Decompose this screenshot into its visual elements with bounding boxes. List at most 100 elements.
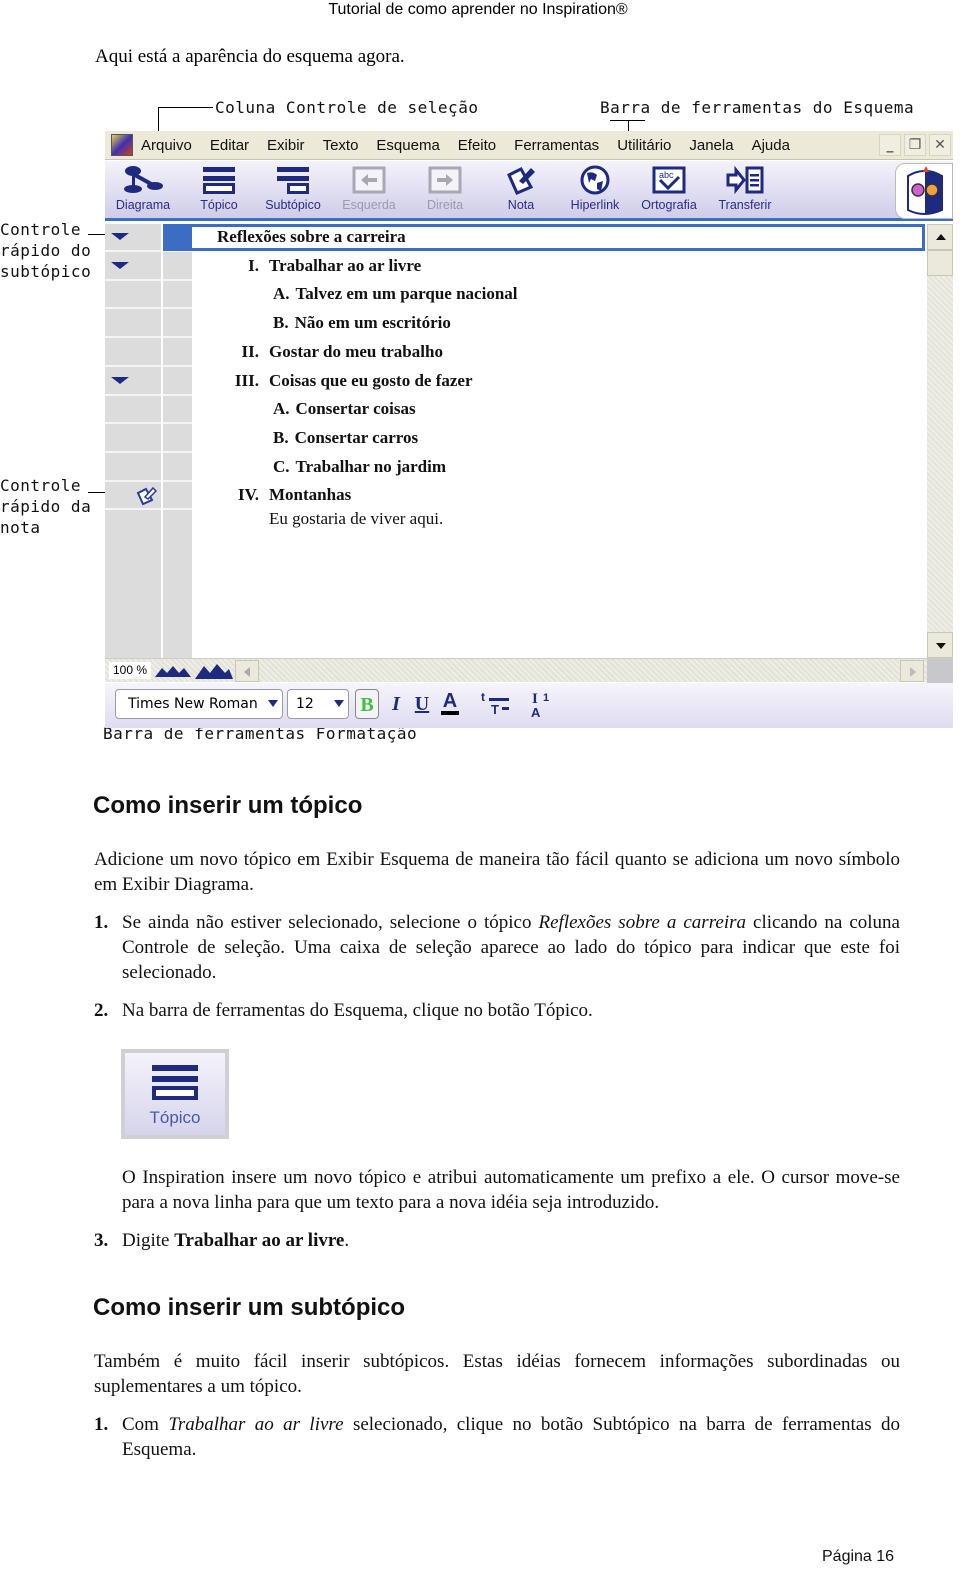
selection-control-cell[interactable]: [163, 340, 192, 367]
close-button[interactable]: ✕: [929, 134, 951, 156]
font-size-select[interactable]: 12: [287, 689, 349, 719]
selection-control-cell[interactable]: [163, 426, 192, 453]
font-family-select[interactable]: Times New Roman: [115, 689, 283, 719]
outline-topic[interactable]: Reflexões sobre a carreira: [217, 227, 406, 247]
toolbar-hiperlink-button[interactable]: Hiperlink: [559, 165, 631, 219]
outline-topic[interactable]: III. Coisas que eu gosto de fazer: [233, 371, 473, 391]
subtopic-icon: [277, 167, 309, 194]
selection-control-cell[interactable]: [163, 397, 192, 425]
menu-esquema[interactable]: Esquema: [376, 137, 439, 154]
scroll-down-button[interactable]: [927, 632, 953, 658]
outline-topic[interactable]: C. Trabalhar no jardim: [273, 457, 446, 477]
menu-efeito[interactable]: Efeito: [458, 137, 496, 154]
subtopic-toggle-icon[interactable]: [111, 261, 129, 269]
topic-text: Consertar coisas: [295, 399, 416, 419]
scroll-right-button[interactable]: [900, 660, 924, 682]
bold-button[interactable]: B: [355, 689, 379, 719]
quick-control-cell[interactable]: [105, 369, 161, 396]
step-text-bold: Trabalhar ao ar livre: [174, 1230, 345, 1251]
topic-text: Reflexões sobre a carreira: [217, 227, 406, 246]
note-icon: [507, 167, 535, 195]
menu-ajuda[interactable]: Ajuda: [752, 137, 790, 154]
topic-text: Não em um escritório: [294, 313, 451, 333]
step-text-italic: Reflexões sobre a carreira: [538, 912, 747, 933]
text-color-button[interactable]: A: [441, 689, 459, 715]
minimize-button[interactable]: _: [879, 134, 901, 156]
section-heading-inserir-topico: Como inserir um tópico: [93, 792, 363, 819]
quick-control-cell[interactable]: [105, 225, 161, 252]
subscript-icon: I 1 A: [531, 691, 549, 720]
outline-topic[interactable]: IV. Montanhas: [233, 485, 351, 505]
toolbar-topico-button[interactable]: Tópico: [183, 165, 255, 219]
step-text-part: Com: [122, 1414, 169, 1435]
topic-note-text[interactable]: Eu gostaria de viver aqui.: [269, 509, 443, 529]
selection-control-cell[interactable]: [163, 369, 192, 396]
toolbar-label: Transferir: [718, 198, 772, 212]
selection-control-cell[interactable]: [163, 311, 192, 339]
toolbar-transferir-button[interactable]: Transferir: [709, 165, 781, 219]
toolbar-direita-button[interactable]: Direita: [409, 165, 481, 219]
outline-topic[interactable]: A. Talvez em um parque nacional: [273, 284, 518, 304]
outline-topic[interactable]: A. Consertar coisas: [273, 399, 416, 419]
zoom-in-icon[interactable]: [195, 663, 233, 679]
step-text-part: Digite: [122, 1230, 175, 1251]
menu-ferramentas[interactable]: Ferramentas: [514, 137, 599, 154]
selection-control-cell[interactable]: [163, 282, 192, 310]
selection-control-cell[interactable]: [163, 455, 192, 482]
scroll-thumb[interactable]: [927, 250, 953, 276]
arrow-left-icon: [352, 166, 386, 194]
callout-outline-toolbar: Barra de ferramentas do Esquema: [600, 98, 915, 117]
topic-text: Montanhas: [269, 485, 352, 505]
menu-utilitario[interactable]: Utilitário: [617, 137, 671, 154]
menu-exibir[interactable]: Exibir: [267, 137, 305, 154]
menu-editar[interactable]: Editar: [210, 137, 249, 154]
scroll-up-button[interactable]: [927, 224, 953, 250]
step-text: Se ainda não estiver selecionado, seleci…: [122, 910, 900, 985]
selection-control-cell[interactable]: [163, 483, 192, 511]
callout-line: [158, 107, 213, 108]
step-number: 1.: [94, 912, 109, 933]
subtopic-toggle-icon[interactable]: [111, 376, 129, 384]
transfer-icon: [726, 165, 764, 195]
outline-topic[interactable]: I. Trabalhar ao ar livre: [233, 256, 421, 276]
section1-result-text: O Inspiration insere um novo tópico e at…: [122, 1167, 900, 1213]
toolbar-nota-button[interactable]: Nota: [485, 165, 557, 219]
toolbar-label: Esquerda: [342, 198, 396, 212]
underline-button[interactable]: U: [413, 689, 431, 719]
note-toggle-icon[interactable]: [135, 486, 157, 506]
quick-control-cell[interactable]: [105, 254, 161, 281]
arrow-right-icon: [910, 667, 916, 677]
toolbar-subtopico-button[interactable]: Subtópico: [257, 165, 329, 219]
toolbar-diagrama-button[interactable]: Diagrama: [107, 165, 179, 219]
menu-janela[interactable]: Janela: [689, 137, 733, 154]
menu-arquivo[interactable]: Arquivo: [141, 137, 192, 154]
topic-button-label: Tópico: [149, 1108, 201, 1127]
menu-bar: Arquivo Editar Exibir Texto Esquema Efei…: [105, 131, 953, 160]
superscript-button[interactable]: t T: [479, 689, 515, 719]
quick-control-cell[interactable]: [105, 483, 161, 511]
zoom-level[interactable]: 100 %: [109, 662, 151, 679]
running-header-title: Tutorial de como aprender no Inspiration…: [328, 1, 628, 18]
outline-topic[interactable]: B. Consertar carros: [273, 428, 418, 448]
superscript-icon: t T: [481, 690, 509, 717]
subscript-button[interactable]: I 1 A: [529, 689, 559, 720]
topic-icon: [152, 1065, 198, 1100]
vertical-scrollbar[interactable]: [927, 224, 953, 658]
subtopic-toggle-icon[interactable]: [111, 233, 129, 240]
restore-button[interactable]: ❐: [904, 134, 926, 156]
callout-note-quick-control: Controle rápido da nota: [0, 475, 91, 538]
quick-control-cell: [105, 397, 161, 425]
svg-text:abc: abc: [659, 170, 674, 180]
inspiration-mascot-icon[interactable]: [895, 163, 953, 219]
menu-texto[interactable]: Texto: [323, 137, 359, 154]
toolbar-esquerda-button[interactable]: Esquerda: [333, 165, 405, 219]
zoom-out-icon[interactable]: [155, 663, 191, 677]
section1-intro: Adicione um novo tópico em Exibir Esquem…: [94, 849, 900, 895]
outline-topic[interactable]: II. Gostar do meu trabalho: [233, 342, 443, 362]
scroll-left-button[interactable]: [235, 660, 259, 682]
toolbar-ortografia-button[interactable]: abc Ortografia: [633, 165, 705, 219]
selection-control-cell[interactable]: [163, 254, 192, 281]
outline-topic[interactable]: B. Não em um escritório: [273, 313, 451, 333]
page-number: Página 16: [822, 1548, 895, 1565]
italic-button[interactable]: I: [388, 689, 404, 719]
